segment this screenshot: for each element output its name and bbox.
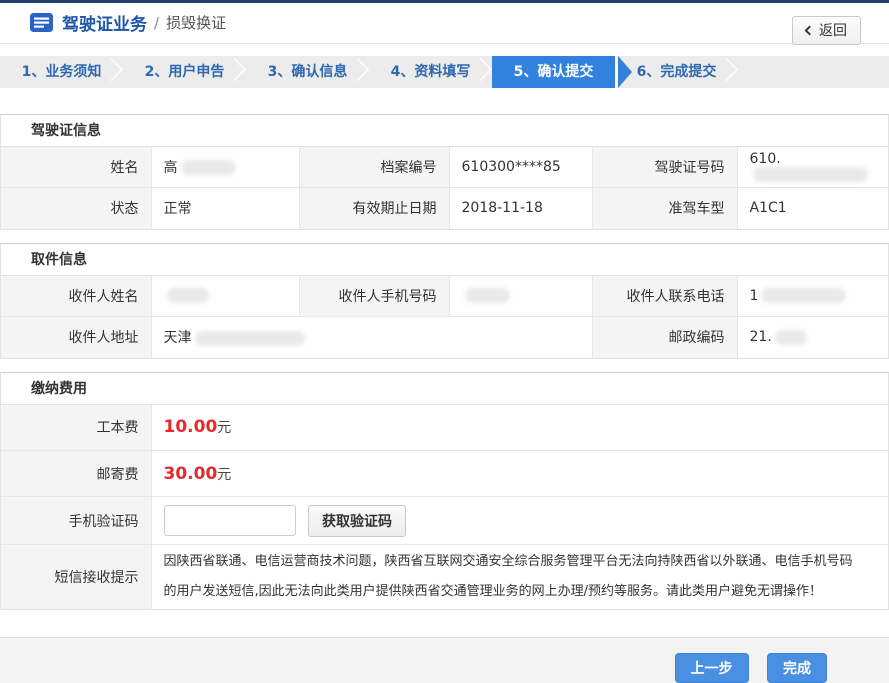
expiry-date-label: 有效期止日期 <box>299 188 449 229</box>
recipient-address-label: 收件人地址 <box>1 317 151 358</box>
file-number-label: 档案编号 <box>299 147 449 188</box>
postage-fee-amount: 30.00 <box>164 464 218 484</box>
sms-notice-label: 短信接收提示 <box>1 545 151 610</box>
redacted-blob <box>753 167 868 182</box>
step-tab-3-label: 3、确认信息 <box>268 64 348 80</box>
page-header: 驾驶证业务 / 损毁换证 返回 <box>0 3 889 44</box>
step-tab-6[interactable]: 6、完成提交 <box>615 56 738 88</box>
recipient-mobile-label: 收件人手机号码 <box>299 276 449 317</box>
pickup-info-table: 收件人姓名 收件人手机号码 收件人联系电话 1 收件人地址 天津 邮政编码 21… <box>1 276 888 358</box>
back-button[interactable]: 返回 <box>792 16 861 45</box>
license-section-title: 驾驶证信息 <box>1 115 888 147</box>
table-row: 状态 正常 有效期止日期 2018-11-18 准驾车型 A1C1 <box>1 188 888 229</box>
step-tab-4-label: 4、资料填写 <box>391 64 471 80</box>
sms-code-input[interactable] <box>164 505 296 536</box>
page: 驾驶证业务 / 损毁换证 返回 1、业务须知 2、用户申告 3、确认信息 4、资… <box>0 0 889 683</box>
work-fee-amount: 10.00 <box>164 417 218 437</box>
file-number-value: 610300****85 <box>449 147 592 188</box>
fees-section-title: 缴纳费用 <box>1 373 888 405</box>
redacted-blob <box>181 160 236 175</box>
redacted-blob <box>761 288 846 303</box>
redacted-blob <box>465 288 510 303</box>
name-value: 高 <box>151 147 299 188</box>
pickup-section-title: 取件信息 <box>1 244 888 276</box>
redacted-blob <box>167 288 209 303</box>
postage-fee-label: 邮寄费 <box>1 451 151 497</box>
step-tab-2-label: 2、用户申告 <box>145 64 225 80</box>
step-tab-1-label: 1、业务须知 <box>22 64 102 80</box>
table-row: 邮寄费 30.00元 <box>1 451 888 497</box>
breadcrumb-current: 损毁换证 <box>166 12 226 33</box>
recipient-tel-label: 收件人联系电话 <box>592 276 737 317</box>
get-sms-code-button[interactable]: 获取验证码 <box>308 505 406 537</box>
previous-step-button[interactable]: 上一步 <box>675 653 749 683</box>
recipient-name-value <box>151 276 299 317</box>
recipient-mobile-value <box>449 276 592 317</box>
table-row: 工本费 10.00元 <box>1 405 888 451</box>
step-tab-1[interactable]: 1、业务须知 <box>0 56 123 88</box>
license-info-section: 驾驶证信息 姓名 高 档案编号 610300****85 驾驶证号码 610. … <box>0 114 889 230</box>
step-tabs: 1、业务须知 2、用户申告 3、确认信息 4、资料填写 5、确认提交 6、完成提… <box>0 56 889 88</box>
license-info-table: 姓名 高 档案编号 610300****85 驾驶证号码 610. 状态 正常 … <box>1 147 888 229</box>
footer-action-bar: 上一步 完成 <box>0 637 889 683</box>
step-tab-4[interactable]: 4、资料填写 <box>369 56 492 88</box>
fees-section: 缴纳费用 工本费 10.00元 邮寄费 30.00元 手机验证码 获取验证码 <box>0 372 889 611</box>
redacted-blob <box>195 331 305 346</box>
finish-button[interactable]: 完成 <box>767 653 827 683</box>
sms-notice-text: 因陕西省联通、电信运营商技术问题，陕西省互联网交通安全综合服务管理平台无法向持陕… <box>151 545 888 610</box>
page-title: 驾驶证业务 <box>62 10 147 35</box>
back-button-label: 返回 <box>819 20 847 40</box>
step-tab-3[interactable]: 3、确认信息 <box>246 56 369 88</box>
postcode-label: 邮政编码 <box>592 317 737 358</box>
status-label: 状态 <box>1 188 151 229</box>
status-value: 正常 <box>151 188 299 229</box>
work-fee-label: 工本费 <box>1 405 151 451</box>
redacted-blob <box>775 330 807 345</box>
step-tab-2[interactable]: 2、用户申告 <box>123 56 246 88</box>
breadcrumb-divider: / <box>154 14 159 32</box>
step-tab-6-label: 6、完成提交 <box>637 64 717 80</box>
work-fee-value: 10.00元 <box>151 405 888 451</box>
recipient-name-label: 收件人姓名 <box>1 276 151 317</box>
sms-code-cell: 获取验证码 <box>151 497 888 545</box>
recipient-tel-value: 1 <box>737 276 888 317</box>
main-content: 驾驶证信息 姓名 高 档案编号 610300****85 驾驶证号码 610. … <box>0 114 889 624</box>
fees-table: 工本费 10.00元 邮寄费 30.00元 手机验证码 获取验证码 短信接收提示 <box>1 405 888 610</box>
recipient-address-value: 天津 <box>151 317 592 358</box>
sms-notice-row: 短信接收提示 因陕西省联通、电信运营商技术问题，陕西省互联网交通安全综合服务管理… <box>1 545 888 610</box>
captcha-row: 手机验证码 获取验证码 <box>1 497 888 545</box>
postage-fee-value: 30.00元 <box>151 451 888 497</box>
step-tab-5-label: 5、确认提交 <box>514 64 594 80</box>
table-row: 收件人地址 天津 邮政编码 21. <box>1 317 888 358</box>
sms-code-label: 手机验证码 <box>1 497 151 545</box>
vehicle-class-value: A1C1 <box>737 188 888 229</box>
license-card-icon <box>30 13 53 32</box>
license-number-label: 驾驶证号码 <box>592 147 737 188</box>
expiry-date-value: 2018-11-18 <box>449 188 592 229</box>
table-row: 收件人姓名 收件人手机号码 收件人联系电话 1 <box>1 276 888 317</box>
pickup-info-section: 取件信息 收件人姓名 收件人手机号码 收件人联系电话 1 收件人地址 天津 邮政… <box>0 243 889 359</box>
step-tab-5-active[interactable]: 5、确认提交 <box>492 56 615 88</box>
back-chevron-icon <box>805 26 815 36</box>
license-number-value: 610. <box>737 147 888 188</box>
name-label: 姓名 <box>1 147 151 188</box>
vehicle-class-label: 准驾车型 <box>592 188 737 229</box>
work-fee-unit: 元 <box>217 420 231 436</box>
table-row: 姓名 高 档案编号 610300****85 驾驶证号码 610. <box>1 147 888 188</box>
postcode-value: 21. <box>737 317 888 358</box>
postage-fee-unit: 元 <box>217 467 231 483</box>
